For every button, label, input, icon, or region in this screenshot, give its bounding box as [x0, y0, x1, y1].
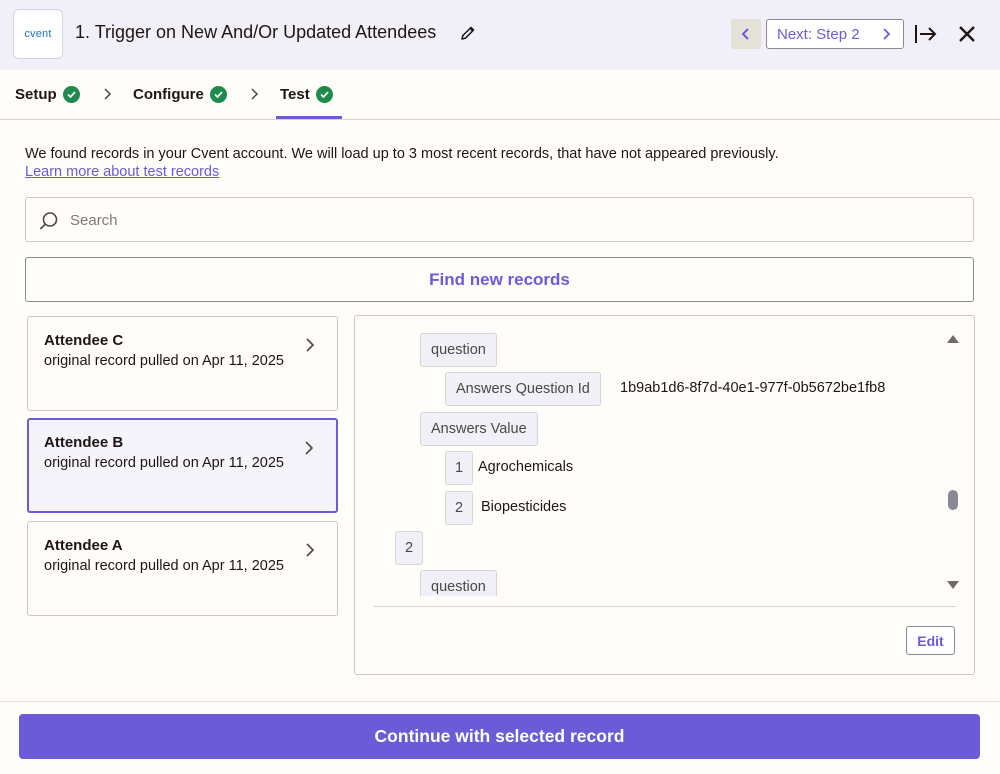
check-circle-icon [315, 86, 333, 103]
search-box [25, 197, 974, 242]
chevron-left-icon [741, 28, 749, 40]
array-value: Agrochemicals [478, 459, 574, 475]
scroll-up-arrow[interactable] [946, 333, 960, 345]
record-data-tree[interactable]: question Answers Question Id 1b9ab1d6-8f… [355, 316, 955, 596]
search-input[interactable] [70, 207, 950, 233]
continue-with-selected-record-button[interactable]: Continue with selected record [19, 714, 980, 759]
tab-label: Configure [133, 86, 204, 103]
record-subtitle: original record pulled on Apr 11, 2025 [44, 558, 284, 574]
chevron-right-icon [883, 28, 891, 40]
tab-label: Setup [15, 86, 57, 103]
record-subtitle: original record pulled on Apr 11, 2025 [44, 353, 284, 369]
exit-icon[interactable] [913, 21, 939, 47]
field-key-question: question [420, 333, 497, 367]
close-icon[interactable] [955, 22, 979, 46]
array-index: 2 [395, 531, 424, 565]
chevron-right-icon [251, 88, 259, 100]
learn-more-link[interactable]: Learn more about test records [25, 163, 779, 181]
scroll-down-arrow[interactable] [946, 579, 960, 591]
chevron-right-icon [305, 441, 314, 455]
tab-setup[interactable]: Setup [15, 86, 80, 103]
search-icon [39, 212, 58, 230]
scrollbar-thumb[interactable] [948, 490, 958, 510]
field-key-answers-question-id: Answers Question Id [445, 372, 601, 406]
info-text: We found records in your Cvent account. … [25, 146, 779, 162]
array-value: Biopesticides [481, 499, 567, 515]
tab-test[interactable]: Test [280, 86, 333, 103]
field-key-question: question [420, 570, 497, 596]
next-step-label: Next: Step 2 [777, 25, 860, 43]
step-header: cvent 1. Trigger on New And/Or Updated A… [0, 0, 1000, 70]
chevron-right-icon [306, 543, 315, 557]
check-circle-icon [62, 86, 80, 103]
field-key-answers-value: Answers Value [420, 412, 538, 446]
record-name: Attendee A [44, 537, 123, 554]
step-tabs: Setup Configure Test [0, 70, 1000, 120]
array-index: 2 [445, 491, 474, 525]
next-step-button[interactable]: Next: Step 2 [766, 19, 904, 49]
check-circle-icon [209, 86, 227, 103]
record-item-attendee-a[interactable]: Attendee A original record pulled on Apr… [27, 521, 338, 616]
info-message: We found records in your Cvent account. … [25, 145, 779, 181]
previous-step-button[interactable] [731, 19, 761, 49]
active-tab-indicator [276, 116, 342, 119]
field-value-answers-question-id: 1b9ab1d6-8f7d-40e1-977f-0b5672be1fb8 [620, 380, 886, 396]
record-item-attendee-b[interactable]: Attendee B original record pulled on Apr… [27, 418, 338, 513]
record-subtitle: original record pulled on Apr 11, 2025 [44, 455, 284, 471]
logo-text: cvent [24, 28, 52, 40]
chevron-right-icon [306, 338, 315, 352]
footer: Continue with selected record [0, 701, 1000, 774]
record-name: Attendee C [44, 332, 124, 349]
record-detail-panel: question Answers Question Id 1b9ab1d6-8f… [354, 315, 975, 675]
find-new-records-button[interactable]: Find new records [25, 257, 974, 302]
cvent-logo: cvent [13, 9, 63, 59]
divider [373, 606, 956, 607]
pencil-icon[interactable] [459, 24, 477, 42]
tab-label: Test [280, 86, 310, 103]
chevron-right-icon [104, 88, 112, 100]
array-index: 1 [445, 451, 474, 485]
record-item-attendee-c[interactable]: Attendee C original record pulled on Apr… [27, 316, 338, 411]
edit-button[interactable]: Edit [906, 626, 955, 655]
step-title[interactable]: 1. Trigger on New And/Or Updated Attende… [75, 22, 436, 43]
record-name: Attendee B [44, 434, 124, 451]
tab-configure[interactable]: Configure [133, 86, 227, 103]
